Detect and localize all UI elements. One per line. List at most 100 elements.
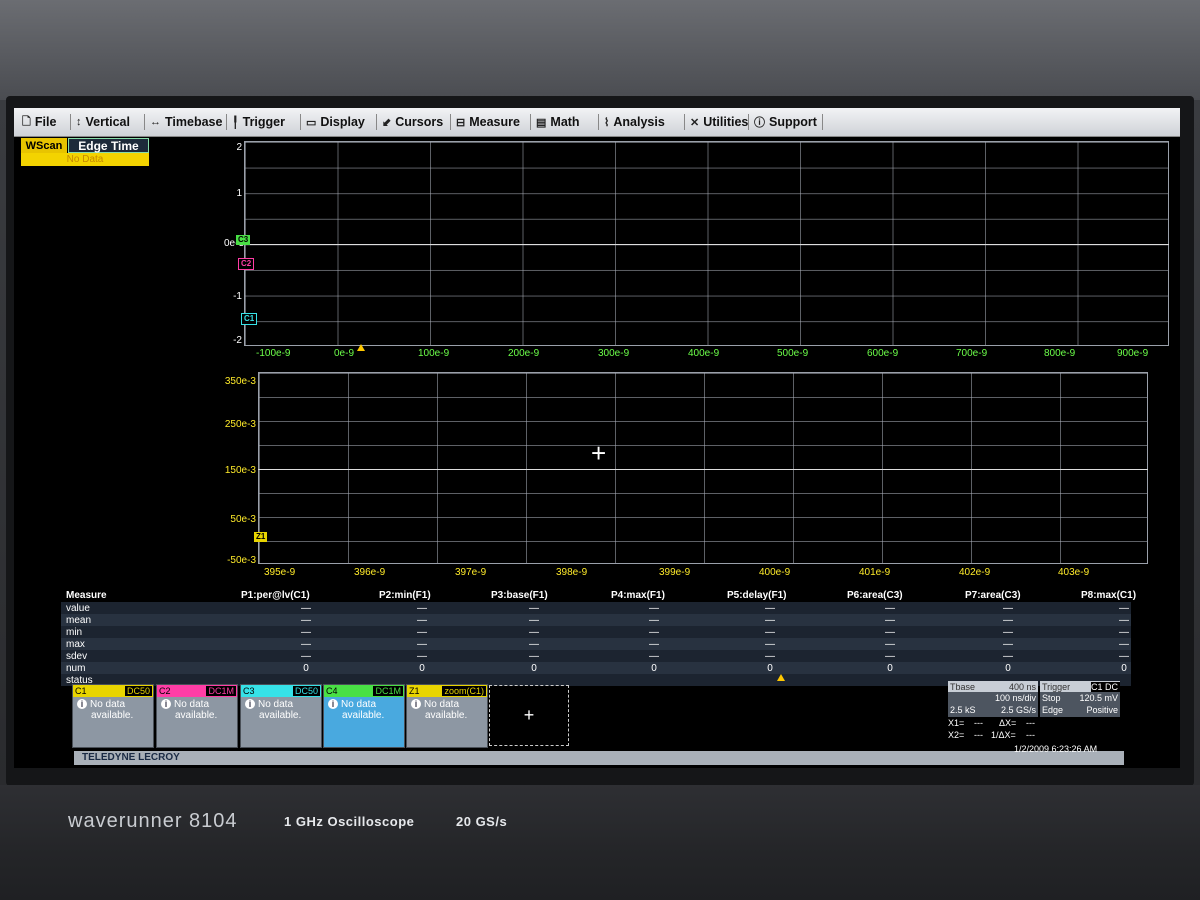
wscan-panel[interactable]: WScan Edge Time No Data	[21, 138, 149, 168]
measure-column-header[interactable]: P4:max(F1)	[611, 590, 665, 601]
menu-label: Analysis	[613, 115, 665, 129]
c1-offset-tag[interactable]: C1	[241, 313, 258, 325]
measure-column-header[interactable]: P6:area(C3)	[847, 590, 903, 601]
measure-cell: —	[1119, 603, 1129, 614]
menu-measure[interactable]: ⊟ Measure	[456, 113, 520, 131]
grid2-y-label: -50e-3	[227, 555, 256, 566]
menu-label: Vertical	[85, 115, 130, 129]
timebase-descriptor[interactable]: Tbase 400 ns 100 ns/div 2.5 kS 2.5 GS/s	[948, 681, 1038, 717]
menu-label: File	[34, 115, 57, 129]
menu-separator	[684, 114, 685, 130]
measure-num-cell: 0	[1121, 663, 1127, 674]
oscilloscope-bezel: 🗋 File ↕ Vertical ↔ Timebase ╿ Trigger ▭ Display ⬋…	[0, 0, 1200, 900]
menu-separator	[598, 114, 599, 130]
measure-num-cell: 0	[651, 663, 657, 674]
grid2-x-label: 401e-9	[859, 567, 891, 578]
measure-row	[61, 602, 1131, 614]
channel-header: C4 DC1M	[324, 685, 404, 697]
measure-cell: —	[1003, 627, 1013, 638]
measure-cell: —	[301, 639, 311, 650]
grid2-x-label: 398e-9	[556, 567, 588, 578]
cursor-x2-label: X2=	[948, 730, 965, 740]
menu-label: Utilities	[703, 115, 749, 129]
menu-timebase[interactable]: ↔ Timebase	[150, 113, 222, 131]
channel-descriptor-c1[interactable]: C1 DC50 i No data available.	[72, 684, 154, 748]
measure-cell: —	[885, 603, 895, 614]
menu-utilities[interactable]: ✕ Utilities	[690, 113, 748, 131]
measure-cell: —	[765, 651, 775, 662]
measure-cell: —	[1003, 603, 1013, 614]
grid1-x-label: 800e-9	[1044, 348, 1076, 359]
channel-descriptor-c3[interactable]: C3 DC50 i No data available.	[240, 684, 322, 748]
measure-cell: —	[885, 627, 895, 638]
menu-display[interactable]: ▭ Display	[306, 113, 365, 131]
channel-descriptor-c4[interactable]: C4 DC1M i No data available.	[323, 684, 405, 748]
measure-cell: —	[765, 627, 775, 638]
c3-offset-tag[interactable]: C3	[236, 235, 251, 245]
menu-vertical[interactable]: ↕ Vertical	[76, 113, 130, 131]
cursor-x2-value: ---	[974, 730, 983, 740]
cursor-x1-value: ---	[974, 718, 983, 728]
math-icon: ▤	[536, 116, 547, 129]
menu-label: Trigger	[242, 115, 285, 129]
channel-message: i No data available.	[245, 699, 301, 721]
measure-column-header[interactable]: P3:base(F1)	[491, 590, 548, 601]
measure-column-header[interactable]: P1:per@lv(C1)	[241, 590, 310, 601]
channel-descriptor-z1[interactable]: Z1 zoom(C1) i No data available.	[406, 684, 488, 748]
grid1-center-line	[244, 244, 1169, 245]
menu-trigger[interactable]: ╿ Trigger	[232, 113, 285, 131]
menu-cursors[interactable]: ⬋ Cursors	[382, 113, 443, 131]
measure-cell: —	[417, 615, 427, 626]
info-icon: i	[77, 699, 87, 709]
trigger-slope: Positive	[1086, 705, 1118, 715]
wscan-mode[interactable]: WScan	[21, 138, 67, 153]
measure-column-header[interactable]: P2:min(F1)	[379, 590, 431, 601]
menu-support[interactable]: ⓘ Support	[754, 113, 817, 131]
grid2-x-label: 403e-9	[1058, 567, 1090, 578]
trigger-type: Edge	[1042, 705, 1064, 715]
measure-table[interactable]: Measure value mean min max sdev num status P1:p…	[61, 590, 1136, 686]
measure-num-cell: 0	[303, 663, 309, 674]
menu-math[interactable]: ▤ Math	[536, 113, 580, 131]
measure-cell: —	[1003, 639, 1013, 650]
model-spec-bandwidth: 1 GHz Oscilloscope	[284, 814, 415, 829]
grid1-y-label: 1	[236, 188, 242, 199]
wscan-param[interactable]: Edge Time	[68, 138, 149, 153]
datetime: 1/2/2009 6:23:26 AM	[1014, 744, 1098, 754]
add-trace-button[interactable]: +	[489, 685, 569, 746]
channel-coupling: zoom(C1)	[442, 686, 486, 696]
grid2-x-label: 395e-9	[264, 567, 296, 578]
grid2-y-label: 250e-3	[224, 419, 256, 430]
cursor-x1-label: X1=	[948, 718, 965, 728]
trigger-position-marker[interactable]	[357, 344, 365, 351]
vertical-icon: ↕	[76, 116, 82, 128]
zoom-grid[interactable]	[258, 372, 1148, 564]
measure-column-header[interactable]: P5:delay(F1)	[727, 590, 786, 601]
channel-message: i No data available.	[77, 699, 133, 721]
menu-analysis[interactable]: ⌇ Analysis	[604, 113, 665, 131]
grid2-x-label: 399e-9	[659, 567, 691, 578]
channel-name: C3	[243, 686, 255, 696]
grid2-y-label: 50e-3	[230, 514, 256, 525]
channel-message-line1: No data	[174, 699, 210, 710]
measure-column-header[interactable]: P7:area(C3)	[965, 590, 1021, 601]
channel-name: Z1	[409, 686, 420, 696]
grid2-x-label: 400e-9	[759, 567, 791, 578]
menu-file[interactable]: 🗋 File	[22, 113, 56, 131]
c2-offset-tag[interactable]: C2	[238, 258, 255, 270]
channel-descriptor-c2[interactable]: C2 DC1M i No data available.	[156, 684, 238, 748]
timebase-per-div: 100 ns/div	[994, 693, 1036, 703]
grid1-x-label: 700e-9	[956, 348, 988, 359]
trigger-descriptor[interactable]: Trigger C1 DC Stop 120.5 mV Edge Positive	[1040, 681, 1120, 717]
channel-coupling: DC50	[292, 686, 320, 696]
brand-logo: TELEDYNE LECROY	[82, 752, 180, 763]
grid2-x-label: 402e-9	[959, 567, 991, 578]
timebase-samples: 2.5 kS	[950, 705, 976, 715]
measure-row	[61, 626, 1131, 638]
measure-column-header[interactable]: P8:max(C1)	[1081, 590, 1136, 601]
timebase-rate: 2.5 GS/s	[1000, 705, 1036, 715]
channel-coupling: DC50	[124, 686, 152, 696]
z1-offset-tag[interactable]: Z1	[254, 532, 268, 542]
channel-message: i No data available.	[328, 699, 384, 721]
measure-cell: —	[1003, 651, 1013, 662]
